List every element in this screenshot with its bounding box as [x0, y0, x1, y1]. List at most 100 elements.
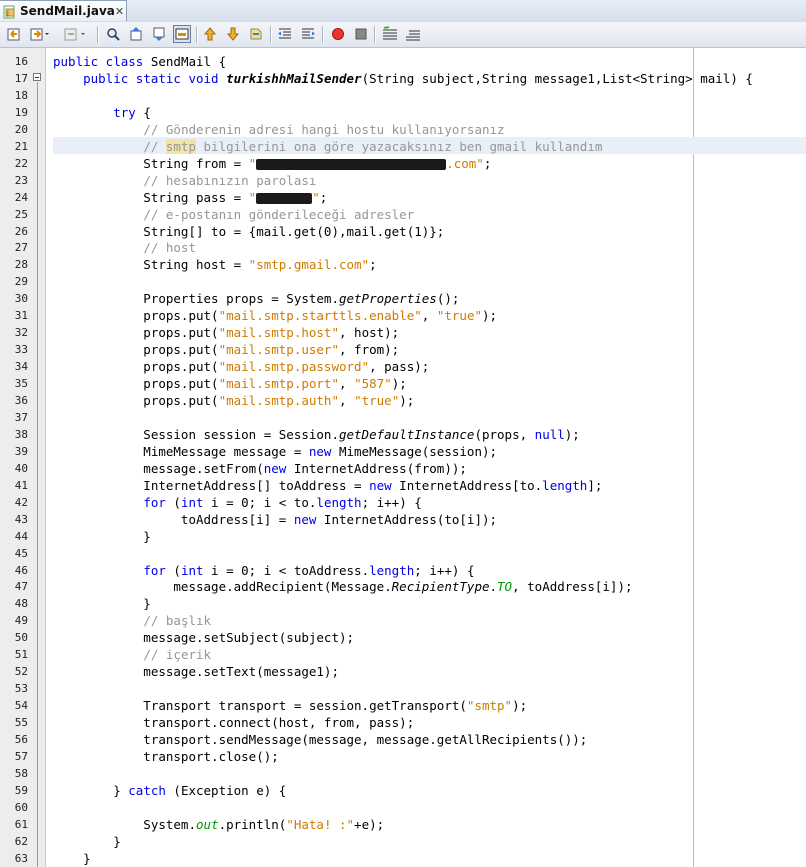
code-line[interactable]: public class SendMail { — [53, 54, 226, 69]
code-line[interactable]: transport.sendMessage(message, message.g… — [53, 732, 587, 747]
code-line[interactable]: } — [53, 834, 121, 849]
line-number: 29 — [14, 275, 28, 289]
comment-icon — [383, 26, 397, 40]
line-number: 35 — [14, 377, 28, 391]
line-number: 30 — [14, 292, 28, 306]
line-number: 60 — [14, 800, 28, 814]
next-bookmark-button[interactable] — [224, 25, 242, 43]
code-line[interactable]: InternetAddress[] toAddress = new Intern… — [53, 478, 602, 493]
shift-right-button[interactable] — [299, 25, 317, 43]
code-line[interactable]: System.out.println("Hata! :"+e); — [53, 817, 384, 832]
find-next-button[interactable] — [150, 25, 168, 43]
highlight-icon — [175, 28, 189, 40]
arrow-down-icon — [226, 27, 240, 41]
code-line[interactable]: props.put("mail.smtp.host", host); — [53, 325, 399, 340]
code-line[interactable]: props.put("mail.smtp.auth", "true"); — [53, 393, 414, 408]
code-line[interactable]: } — [53, 529, 151, 544]
code-line[interactable]: props.put("mail.smtp.password", pass); — [53, 359, 429, 374]
code-line[interactable]: message.setFrom(new InternetAddress(from… — [53, 461, 467, 476]
line-number: 18 — [14, 88, 28, 102]
code-line[interactable]: String host = "smtp.gmail.com"; — [53, 257, 376, 272]
find-previous-button[interactable] — [127, 25, 145, 43]
code-line[interactable]: // içerik — [53, 647, 211, 662]
line-number: 27 — [14, 241, 28, 255]
code-line[interactable]: try { — [53, 105, 151, 120]
code-line[interactable]: transport.connect(host, from, pass); — [53, 715, 414, 730]
code-line[interactable]: message.addRecipient(Message.RecipientTy… — [53, 579, 632, 594]
toolbar-separator — [196, 26, 198, 43]
code-line[interactable]: message.setText(message1); — [53, 664, 339, 679]
code-line[interactable]: // Gönderenin adresi hangi hostu kullanı… — [53, 122, 504, 137]
previous-bookmark-button[interactable] — [201, 25, 219, 43]
line-number: 39 — [14, 444, 28, 458]
tab-sendmail-java[interactable]: J SendMail.java ✕ — [0, 0, 127, 21]
line-number: 38 — [14, 427, 28, 441]
code-line[interactable]: public static void turkishhMailSender(St… — [53, 71, 753, 86]
back-button[interactable] — [5, 25, 23, 43]
find-icon — [107, 28, 120, 41]
record-icon — [332, 28, 344, 40]
line-number: 53 — [14, 682, 28, 696]
stop-macro-button[interactable] — [352, 25, 370, 43]
line-number: 36 — [14, 394, 28, 407]
forward-button[interactable] — [62, 25, 90, 43]
line-number: 57 — [14, 749, 28, 763]
code-line[interactable]: String from = " .com"; — [53, 156, 491, 171]
line-number: 16 — [14, 55, 28, 68]
line-number: 33 — [14, 343, 28, 357]
line-number: 47 — [14, 580, 28, 594]
line-number: 46 — [14, 563, 28, 577]
line-number: 43 — [14, 512, 28, 526]
line-number: 40 — [14, 461, 28, 475]
code-line[interactable]: String pass = " "; — [53, 190, 327, 205]
arrow-up-icon — [203, 27, 217, 41]
code-line[interactable]: } catch (Exception e) { — [53, 783, 286, 798]
tab-title: SendMail.java — [20, 4, 115, 18]
line-number: 49 — [14, 614, 28, 628]
code-line[interactable]: MimeMessage message = new MimeMessage(se… — [53, 444, 497, 459]
code-line[interactable]: Properties props = System.getProperties(… — [53, 291, 459, 306]
line-number: 52 — [14, 665, 28, 679]
code-line[interactable]: } — [53, 596, 151, 611]
line-number: 20 — [14, 122, 28, 136]
fold-toggle-icon[interactable] — [33, 73, 41, 81]
code-line[interactable]: for (int i = 0; i < to.length; i++) { — [53, 495, 421, 510]
code-line[interactable]: Session session = Session.getDefaultInst… — [53, 427, 580, 442]
line-number: 32 — [14, 326, 28, 340]
code-line[interactable]: // başlık — [53, 613, 211, 628]
code-line[interactable]: } — [53, 851, 91, 866]
code-line[interactable]: Transport transport = session.getTranspo… — [53, 698, 527, 713]
code-line[interactable]: // e-postanın gönderileceği adresler — [53, 207, 414, 222]
code-line[interactable]: toAddress[i] = new InternetAddress(to[i]… — [53, 512, 497, 527]
comment-button[interactable] — [381, 25, 399, 43]
line-number: 59 — [14, 783, 28, 797]
code-line[interactable]: props.put("mail.smtp.user", from); — [53, 342, 399, 357]
shift-left-button[interactable] — [276, 25, 294, 43]
history-icon — [30, 28, 49, 41]
find-previous-icon — [130, 27, 142, 41]
toolbar-separator — [270, 26, 272, 43]
code-line[interactable]: for (int i = 0; i < toAddress.length; i+… — [53, 563, 474, 578]
history-button[interactable] — [28, 25, 52, 43]
code-line[interactable]: props.put("mail.smtp.starttls.enable", "… — [53, 308, 497, 323]
code-line[interactable]: String[] to = {mail.get(0),mail.get(1)}; — [53, 224, 444, 239]
start-macro-button[interactable] — [329, 25, 347, 43]
line-number: 54 — [14, 699, 28, 713]
close-icon[interactable]: ✕ — [115, 5, 124, 18]
code-line[interactable]: props.put("mail.smtp.port", "587"); — [53, 376, 406, 391]
code-line[interactable]: // hesabınızın parolası — [53, 173, 316, 188]
find-button[interactable] — [104, 25, 122, 43]
code-line[interactable]: transport.close(); — [53, 749, 278, 764]
code-line[interactable]: // smtp bilgilerini ona göre yazacaksını… — [53, 138, 602, 154]
line-number: 45 — [14, 546, 28, 560]
uncomment-button[interactable] — [404, 25, 422, 43]
line-number: 61 — [14, 817, 28, 831]
code-line[interactable]: message.setSubject(subject); — [53, 630, 354, 645]
line-number: 22 — [14, 156, 28, 170]
toggle-bookmark-button[interactable] — [247, 25, 265, 43]
toggle-highlight-button[interactable] — [173, 25, 191, 43]
svg-text:J: J — [6, 10, 9, 17]
java-file-icon: J — [3, 4, 17, 19]
code-line[interactable]: // host — [53, 240, 196, 255]
toolbar-separator — [322, 26, 324, 43]
